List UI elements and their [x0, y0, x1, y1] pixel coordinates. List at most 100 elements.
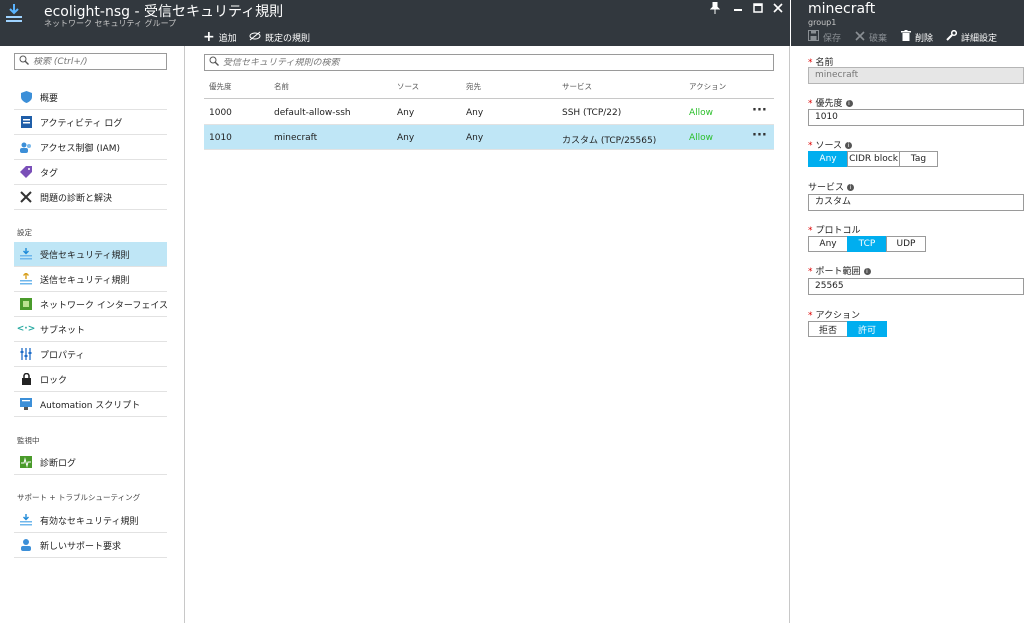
source-option-any[interactable]: Any: [808, 151, 848, 167]
column-header-service[interactable]: サービス: [562, 81, 592, 92]
inbound-icon: [20, 248, 32, 260]
add-button[interactable]: + 追加: [203, 30, 237, 44]
plus-icon: +: [203, 29, 215, 45]
sidebar-item-activity-log[interactable]: アクティビティ ログ: [14, 110, 167, 135]
sidebar-item-inbound-rules[interactable]: 受信セキュリティ規則: [14, 242, 167, 267]
protocol-option-udp[interactable]: UDP: [886, 236, 926, 252]
rules-search-input[interactable]: [223, 57, 773, 68]
rules-search[interactable]: [204, 54, 774, 71]
trash-icon: [901, 30, 911, 44]
row-name: minecraft: [274, 133, 318, 143]
sidebar-search[interactable]: [14, 53, 167, 70]
sidebar-item-diagnostic-logs[interactable]: 診断ログ: [14, 450, 167, 475]
row-name: default-allow-ssh: [274, 108, 351, 118]
shield-icon: [20, 91, 32, 103]
search-icon: [209, 56, 219, 69]
column-header-name[interactable]: 名前: [274, 81, 289, 92]
tag-icon: [20, 166, 32, 178]
port-range-field[interactable]: 25565: [808, 278, 1024, 295]
table-row[interactable]: 1010 minecraft Any Any カスタム (TCP/25565) …: [204, 125, 774, 150]
sidebar-item-outbound-rules[interactable]: 送信セキュリティ規則: [14, 267, 167, 292]
sidebar-item-iam[interactable]: アクセス制御 (IAM): [14, 135, 167, 160]
source-option-cidr[interactable]: CIDR block: [847, 151, 900, 167]
sidebar-item-locks[interactable]: ロック: [14, 367, 167, 392]
required-mark: *: [808, 267, 813, 277]
row-service: SSH (TCP/22): [562, 108, 622, 118]
column-header-source[interactable]: ソース: [397, 81, 419, 92]
detail-subtitle: group1: [808, 18, 837, 27]
sidebar-item-tags[interactable]: タグ: [14, 160, 167, 185]
protocol-label: * プロトコル: [808, 226, 861, 236]
sidebar-item-network-interfaces[interactable]: ネットワーク インターフェイス: [14, 292, 169, 317]
advanced-settings-button[interactable]: 詳細設定: [946, 29, 997, 44]
page-subtitle: ネットワーク セキュリティ グループ: [44, 19, 177, 28]
sidebar-item-overview[interactable]: 概要: [14, 85, 167, 110]
info-icon[interactable]: i: [845, 142, 853, 149]
source-option-tag[interactable]: Tag: [899, 151, 938, 167]
row-priority: 1010: [209, 133, 232, 143]
sidebar-item-new-support-request[interactable]: 新しいサポート要求: [14, 533, 167, 558]
save-icon: [808, 30, 819, 44]
discard-button[interactable]: 破棄: [855, 30, 887, 44]
tools-icon: [20, 191, 32, 203]
row-more-icon[interactable]: ···: [752, 128, 767, 143]
minimize-icon[interactable]: [731, 2, 745, 16]
sidebar-item-effective-rules[interactable]: 有効なセキュリティ規則: [14, 508, 167, 533]
sidebar-item-label: タグ: [40, 168, 59, 179]
sidebar-item-label: アクセス制御 (IAM): [40, 143, 121, 154]
close-icon[interactable]: [771, 2, 785, 16]
sidebar-item-label: サブネット: [40, 325, 86, 336]
table-row[interactable]: 1000 default-allow-ssh Any Any SSH (TCP/…: [204, 100, 774, 125]
info-icon[interactable]: i: [845, 100, 853, 107]
sidebar-item-label: Automation スクリプト: [40, 400, 141, 411]
protocol-toggle: Any TCP UDP: [808, 236, 926, 252]
pin-icon[interactable]: [708, 1, 722, 16]
section-support-label: サポート + トラブルシューティング: [17, 493, 141, 502]
required-mark: *: [808, 311, 813, 321]
sidebar-item-label: ネットワーク インターフェイス: [40, 300, 169, 311]
info-icon[interactable]: i: [847, 184, 855, 191]
source-toggle: Any CIDR block Tag: [808, 151, 938, 167]
info-icon[interactable]: i: [863, 268, 871, 275]
action-toggle: 拒否 許可: [808, 321, 887, 337]
sidebar-item-diagnose[interactable]: 問題の診断と解決: [14, 185, 167, 210]
service-label: サービス i: [808, 180, 855, 193]
action-label: * アクション: [808, 311, 861, 321]
column-header-action[interactable]: アクション: [689, 81, 726, 92]
delete-button[interactable]: 削除: [901, 30, 933, 44]
source-label: * ソース i: [808, 138, 853, 151]
delete-label: 削除: [915, 33, 934, 44]
sidebar-search-input[interactable]: [33, 56, 166, 67]
protocol-option-any[interactable]: Any: [808, 236, 848, 252]
subnet-icon: <·>: [16, 324, 36, 334]
sidebar-item-automation-script[interactable]: Automation スクリプト: [14, 392, 167, 417]
sidebar-item-properties[interactable]: プロパティ: [14, 342, 167, 367]
outbound-icon: [20, 273, 32, 285]
table-header-divider: [204, 98, 774, 99]
column-header-destination[interactable]: 宛先: [466, 81, 481, 92]
action-option-allow[interactable]: 許可: [847, 321, 887, 337]
nic-icon: [20, 298, 32, 310]
section-settings-label: 設定: [17, 228, 32, 237]
service-select[interactable]: カスタム: [808, 194, 1024, 211]
sidebar-item-label: 診断ログ: [40, 458, 77, 469]
discard-label: 破棄: [869, 33, 888, 44]
action-option-deny[interactable]: 拒否: [808, 321, 848, 337]
port-range-label: * ポート範囲 i: [808, 264, 871, 277]
main-blade: ecolight-nsg - 受信セキュリティ規則 ネットワーク セキュリティ …: [0, 0, 790, 623]
row-more-icon[interactable]: ···: [752, 103, 767, 118]
sidebar-item-subnets[interactable]: <·> サブネット: [14, 317, 167, 342]
priority-field[interactable]: 1010: [808, 109, 1024, 126]
default-rules-button[interactable]: 既定の規則: [249, 30, 310, 44]
required-mark: *: [808, 226, 813, 236]
protocol-option-tcp[interactable]: TCP: [847, 236, 887, 252]
maximize-icon[interactable]: [751, 2, 765, 16]
sidebar-item-label: 受信セキュリティ規則: [40, 250, 130, 261]
save-label: 保存: [823, 33, 842, 44]
users-icon: [20, 141, 32, 153]
row-destination: Any: [466, 108, 484, 118]
column-header-priority[interactable]: 優先度: [209, 81, 232, 92]
save-button[interactable]: 保存: [808, 30, 841, 44]
script-icon: [20, 398, 32, 410]
main-header: ecolight-nsg - 受信セキュリティ規則 ネットワーク セキュリティ …: [0, 0, 790, 46]
